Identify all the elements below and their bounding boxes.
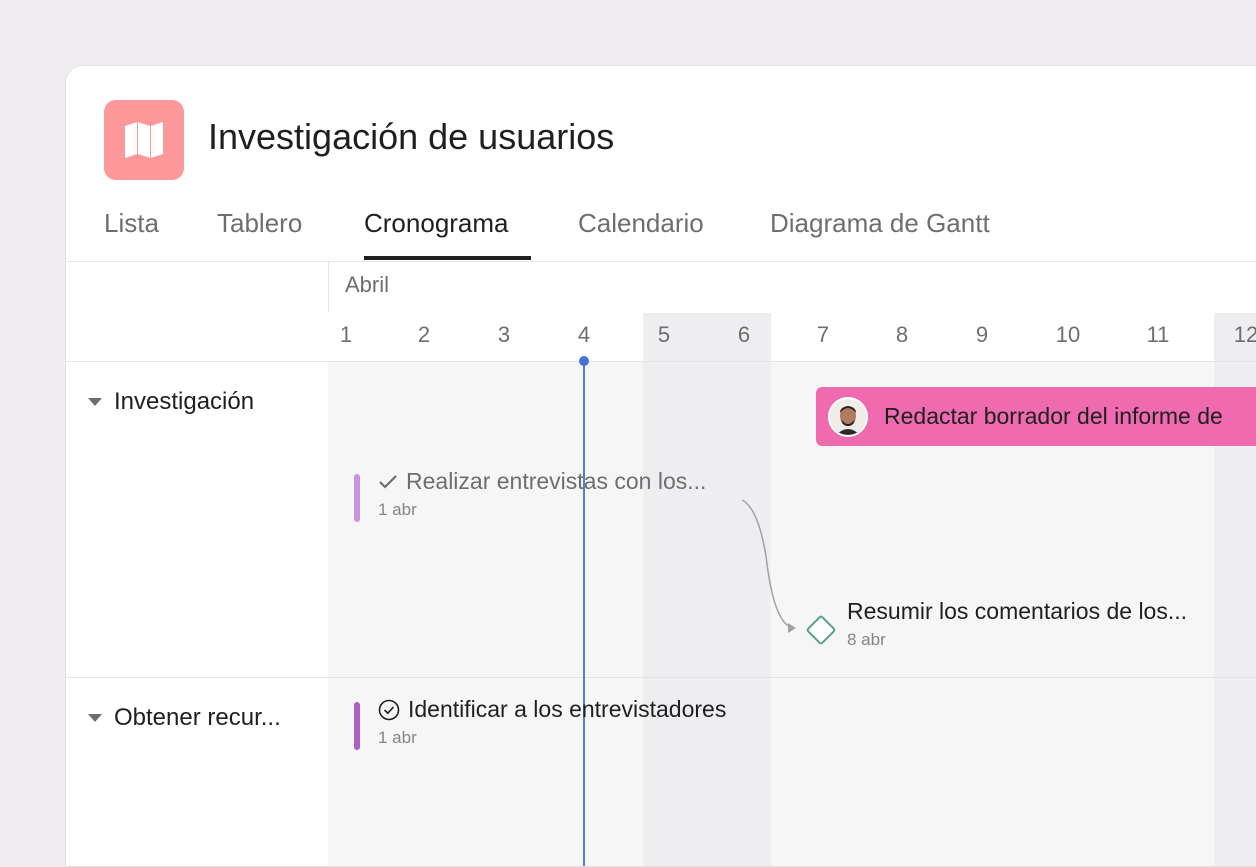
day-label: 12 <box>1233 322 1256 347</box>
caret-down-icon[interactable] <box>88 398 102 406</box>
task-date: 1 abr <box>378 728 417 747</box>
check-circle-icon[interactable] <box>378 699 400 721</box>
section-divider <box>66 677 1256 678</box>
day-label: 9 <box>975 322 989 347</box>
today-marker-line <box>583 362 585 866</box>
dependency-arrow <box>741 499 796 633</box>
day-label: 6 <box>737 322 751 347</box>
column-divider <box>328 262 329 312</box>
section-title: Obtener recur... <box>114 704 281 731</box>
tab-cronograma[interactable]: Cronograma <box>364 208 509 239</box>
project-title: Investigación de usuarios <box>208 116 615 157</box>
section-obtener-recursos[interactable]: Obtener recur... <box>88 704 281 732</box>
day-label-today: 4 <box>577 322 591 347</box>
today-marker-dot <box>579 356 589 366</box>
day-label: 8 <box>895 322 909 347</box>
task-title: Identificar a los entrevistadores <box>408 696 727 722</box>
day-label: 2 <box>417 322 431 347</box>
caret-down-icon[interactable] <box>88 714 102 722</box>
map-icon <box>125 122 163 158</box>
task-date: 1 abr <box>378 500 417 519</box>
tab-calendario[interactable]: Calendario <box>578 208 704 239</box>
section-investigacion[interactable]: Investigación <box>88 388 254 416</box>
task-title-row: Realizar entrevistas con los... <box>378 468 706 495</box>
project-window: Investigación de usuarios Lista Tablero … <box>65 65 1256 867</box>
header-divider <box>66 361 1256 362</box>
day-label: 10 <box>1055 322 1081 347</box>
task-color-bar <box>354 702 360 750</box>
task-title: Realizar entrevistas con los... <box>406 468 707 494</box>
checkmark-icon <box>379 474 397 489</box>
section-title: Investigación <box>114 388 255 415</box>
active-tab-indicator <box>364 256 531 260</box>
milestone-diamond-icon[interactable] <box>805 614 837 646</box>
task-title-row: Identificar a los entrevistadores <box>378 696 726 723</box>
task-title-row: Resumir los comentarios de los... <box>847 598 1187 625</box>
task-bar-redactar-borrador[interactable]: Redactar borrador del informe de <box>816 387 1256 446</box>
day-label: 3 <box>497 322 511 347</box>
tabs-divider <box>66 261 1256 262</box>
task-date: 8 abr <box>847 630 886 649</box>
avatar <box>828 396 868 437</box>
month-label: Abril <box>345 272 390 297</box>
day-label: 11 <box>1146 322 1170 347</box>
project-icon[interactable] <box>104 100 184 180</box>
day-label: 5 <box>657 322 671 347</box>
task-title: Redactar borrador del informe de <box>884 403 1223 429</box>
day-label: 1 <box>339 322 353 347</box>
tab-tablero[interactable]: Tablero <box>217 208 302 239</box>
task-title: Resumir los comentarios de los... <box>847 598 1188 624</box>
day-label: 7 <box>816 322 830 347</box>
task-color-bar <box>354 474 360 522</box>
tab-diagrama-gantt[interactable]: Diagrama de Gantt <box>770 208 990 239</box>
tab-lista[interactable]: Lista <box>104 208 159 239</box>
